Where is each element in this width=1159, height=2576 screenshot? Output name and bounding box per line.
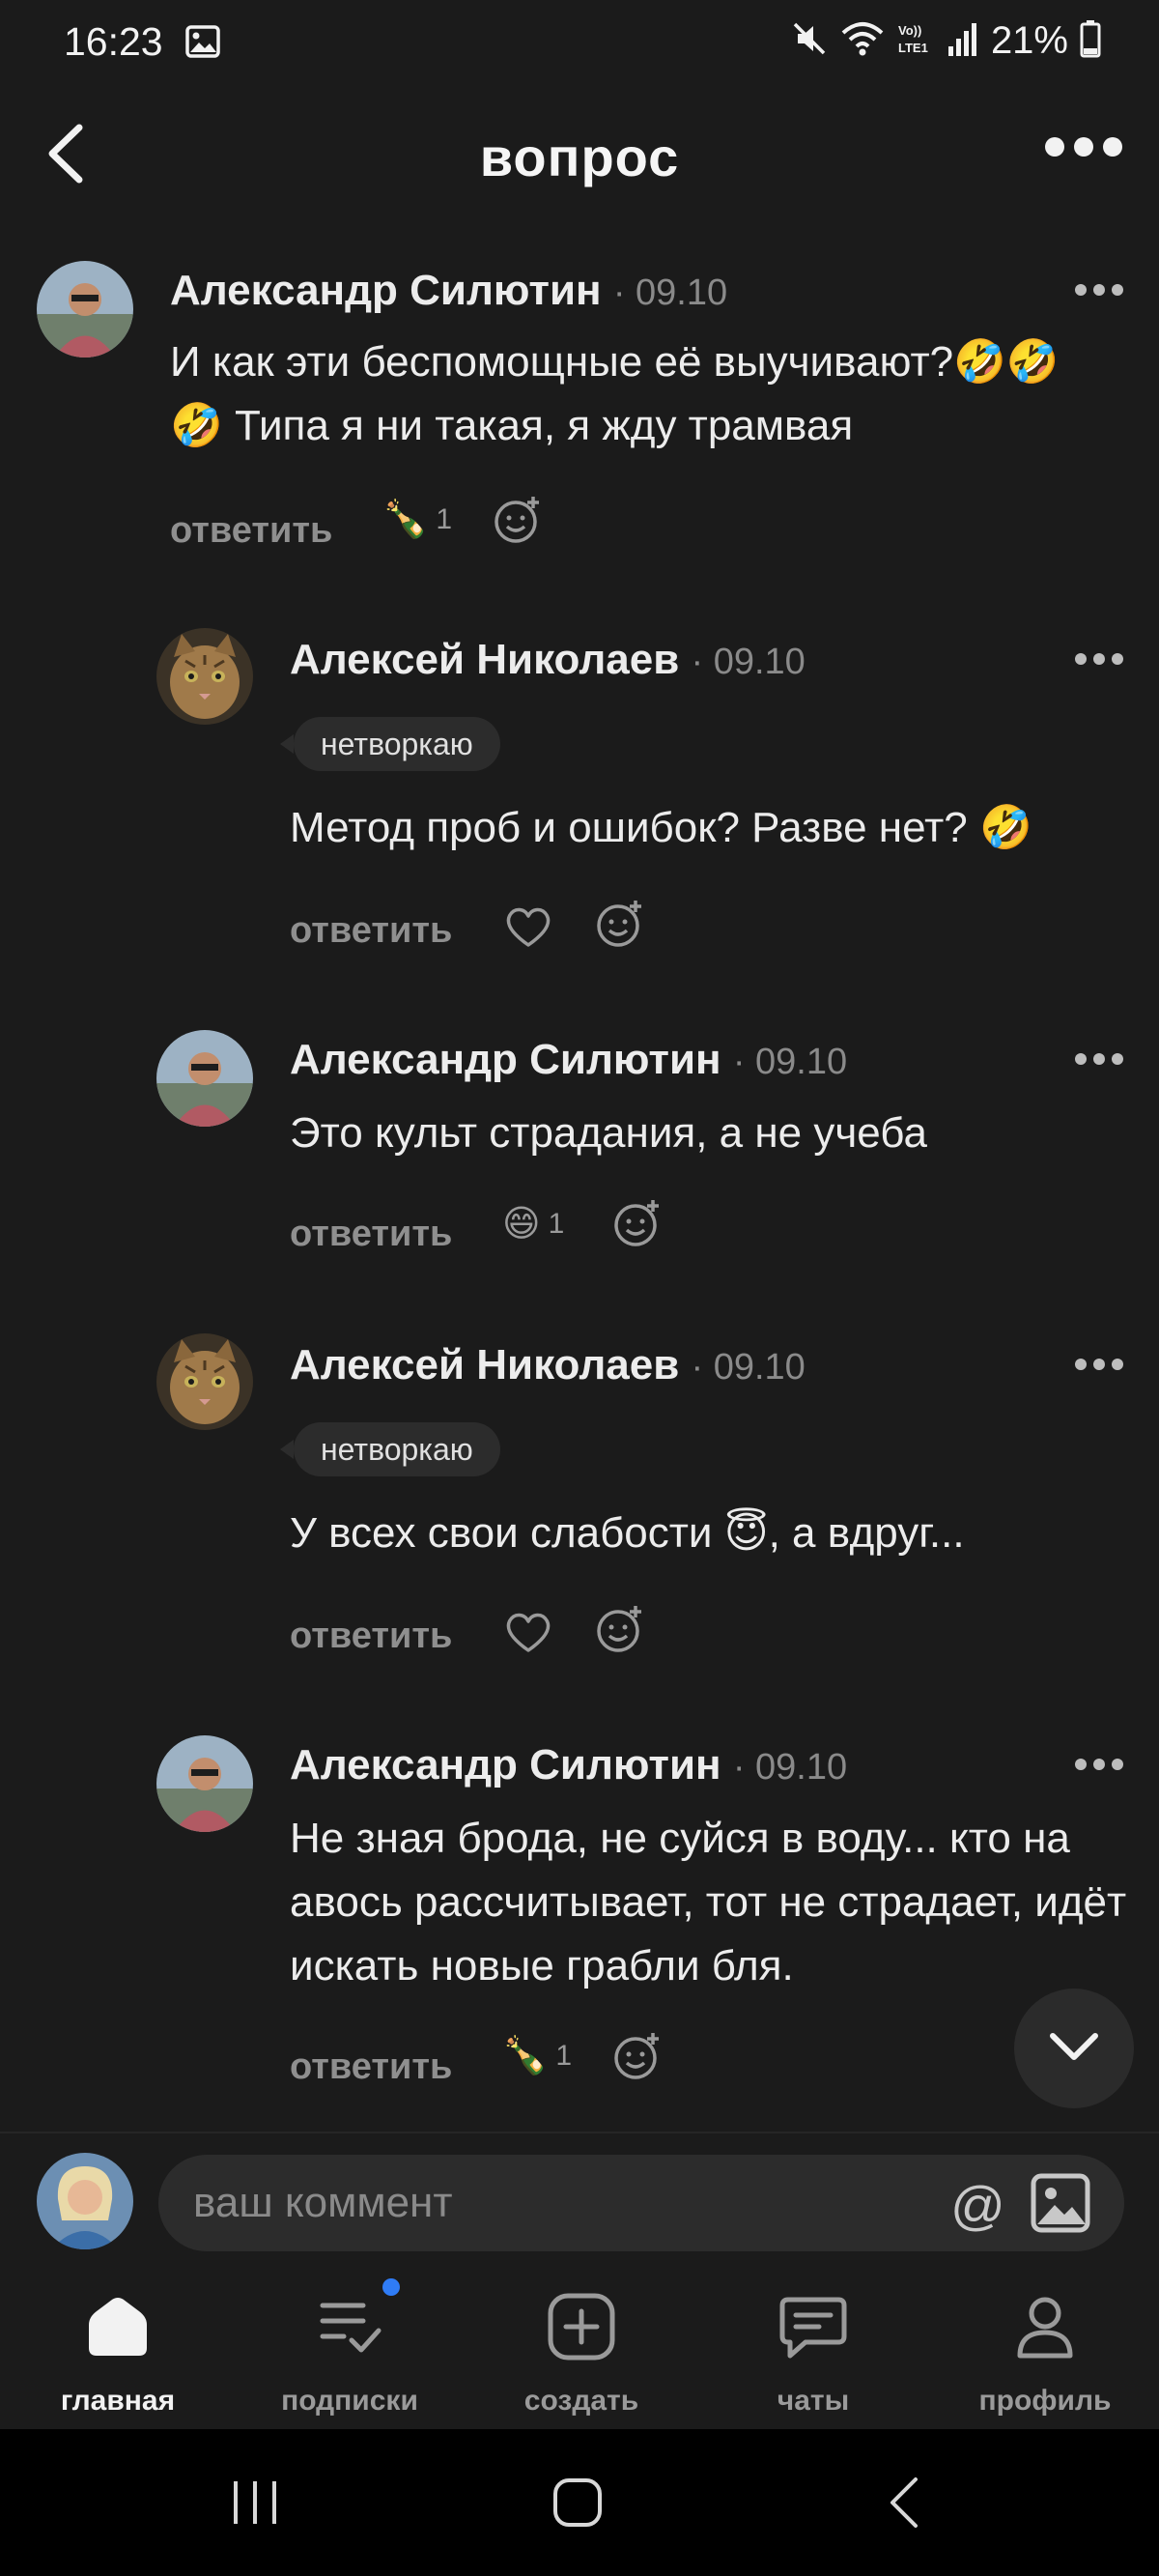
comment-text: У всех свои слабости 😇, а вдруг... [290,1509,965,1557]
comment-text: И как эти беспомощные её выучивают?🤣🤣🤣 Т… [170,338,1060,449]
comment-author[interactable]: Александр Силютин [290,1036,721,1083]
chevron-down-icon [1048,2030,1100,2068]
like-heart-icon[interactable] [504,904,552,954]
tab-profile[interactable]: профиль [929,2269,1159,2429]
svg-text:LTE1: LTE1 [898,41,928,55]
tab-create[interactable]: создать [466,2269,697,2429]
comment-author[interactable]: Алексей Николаев [290,636,679,683]
battery-icon [1080,19,1101,63]
avatar-aleksandr[interactable] [156,1735,253,1832]
volte-icon: Vo)) LTE1 [896,19,935,63]
reply-button[interactable]: ответить [290,910,452,952]
avatar-aleksandr[interactable] [156,1030,253,1127]
reaction-count: 1 [555,2040,573,2072]
add-reaction-icon[interactable] [612,1198,663,1253]
wifi-icon [840,19,885,63]
comment-composer: @ [0,2133,1159,2269]
reply-button[interactable]: ответить [290,1214,452,1255]
avatar-aleksandr[interactable] [37,261,133,358]
add-reaction-icon[interactable] [612,2031,663,2086]
reaction-chip[interactable]: 😄 1 [502,1202,564,1245]
comment-input[interactable] [193,2155,966,2251]
status-time: 16:23 [64,19,163,64]
signal-icon [947,19,979,63]
reply-button[interactable]: ответить [290,2046,452,2088]
add-reaction-icon[interactable] [595,1604,645,1659]
user-tag: нетворкаю [280,717,500,771]
subscriptions-icon [315,2292,384,2361]
more-options-button[interactable] [1043,135,1124,163]
bottom-tab-bar: главная подписки создать чаты профиль [0,2269,1159,2429]
battery-percent: 21% [990,19,1068,62]
comment-date: · 09.10 [732,1747,848,1788]
mute-icon [790,19,829,63]
comment-text: Это культ страдания, а не учеба [290,1109,927,1157]
avatar-aleksey[interactable] [156,628,253,725]
reaction-count: 1 [548,1207,565,1240]
like-heart-icon[interactable] [504,1610,552,1659]
user-tag: нетворкаю [280,1422,500,1476]
comment-date: · 09.10 [691,1347,806,1388]
status-icons: Vo)) LTE1 21% [790,19,1101,63]
comment-text: Метод проб и ошибок? Разве нет? 🤣 [290,804,1032,851]
reaction-chip[interactable]: 🍾 1 [502,2035,572,2077]
tab-home[interactable]: главная [2,2269,234,2429]
status-bar: 16:23 Vo)) LTE1 21% [0,0,1159,87]
comment-date: · 09.10 [612,272,728,313]
top-app-bar: вопрос [0,106,1159,203]
reply-button[interactable]: ответить [170,510,332,552]
home-button[interactable] [551,2476,605,2534]
avatar-aleksey[interactable] [156,1333,253,1430]
comment-date: · 09.10 [732,1042,848,1082]
comment-author[interactable]: Александр Силютин [170,267,602,314]
tab-chats[interactable]: чаты [697,2269,929,2429]
system-navigation-bar [0,2429,1159,2576]
page-title: вопрос [479,127,680,187]
tab-label: главная [60,2385,176,2417]
scroll-to-bottom-button[interactable] [1014,1989,1134,2108]
comment-author[interactable]: Александр Силютин [290,1741,721,1789]
create-icon [547,2292,616,2361]
add-reaction-icon[interactable] [595,899,645,954]
home-icon [83,2292,153,2361]
current-user-avatar[interactable] [37,2153,133,2249]
tab-label: создать [523,2385,639,2417]
tab-label: чаты [777,2385,850,2417]
gallery-notification-icon [185,25,220,63]
profile-icon [1010,2292,1080,2361]
back-nav-button[interactable] [879,2476,933,2534]
comment-more-icon[interactable] [1074,652,1124,671]
tab-label: подписки [281,2385,418,2417]
tab-subscriptions[interactable]: подписки [234,2269,466,2429]
comment-date: · 09.10 [691,642,806,682]
reaction-emoji: 🍾 [502,2036,549,2076]
comment-author[interactable]: Алексей Николаев [290,1341,679,1388]
mention-button[interactable]: @ [950,2174,1005,2237]
notification-dot [382,2278,400,2296]
reaction-count: 1 [436,503,453,535]
svg-text:Vo)): Vo)) [898,23,921,38]
comment-input-field: @ [158,2155,1124,2251]
reaction-chip[interactable]: 🍾 1 [382,499,452,541]
add-reaction-icon[interactable] [493,495,543,550]
reaction-emoji: 🍾 [382,500,429,540]
attach-image-icon[interactable] [1030,2172,1091,2239]
tab-label: профиль [978,2385,1112,2417]
chat-icon [778,2292,848,2361]
comment-more-icon[interactable] [1074,283,1124,301]
reaction-emoji: 😄 [502,1204,541,1245]
comment-more-icon[interactable] [1074,1358,1124,1376]
comment-text: Не зная брода, не суйся в воду... кто на… [290,1815,1127,1989]
reply-button[interactable]: ответить [290,1616,452,1657]
comment-more-icon[interactable] [1074,1052,1124,1071]
recent-apps-button[interactable] [228,2476,282,2534]
comment-more-icon[interactable] [1074,1758,1124,1776]
